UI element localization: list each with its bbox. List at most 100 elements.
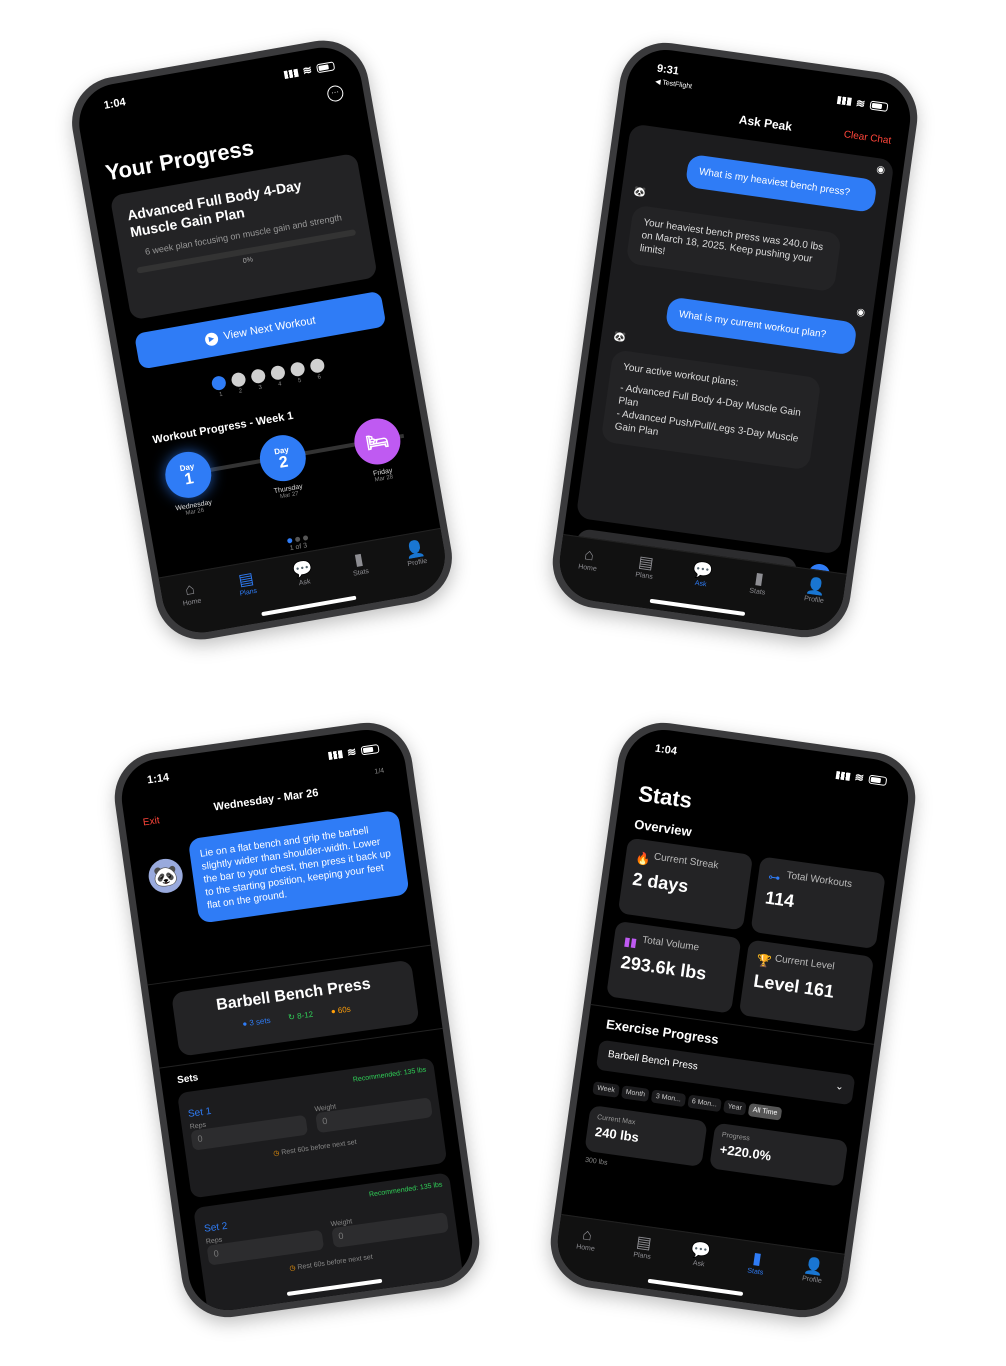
plans-icon: ▤	[637, 553, 655, 573]
range-option[interactable]: 6 Mon...	[686, 1094, 722, 1113]
view-next-workout-label: View Next Workout	[222, 314, 317, 343]
day-2-circle[interactable]: Day 2	[256, 431, 310, 485]
tab-profile[interactable]: 👤 Profile	[790, 576, 837, 634]
coach-instruction: Lie on a flat bench and grip the barbell…	[187, 809, 410, 924]
phone-ask: 9:31 ◀ TestFlight ≋ Ask Peak Clear Chat ◉…	[546, 36, 924, 644]
week-dot[interactable]: 6	[309, 357, 327, 382]
rest-day-circle[interactable]: 🛏	[350, 414, 405, 469]
stat-card-streak: 🔥 Current Streak 2 days	[617, 837, 754, 931]
phone-stats: 1:04 ≋ Stats Overview 🔥 Current Streak 2 d…	[544, 716, 922, 1324]
tab-stats[interactable]: ▮ Stats	[731, 1248, 778, 1306]
stat-card-workouts: ⊶ Total Workouts 114	[750, 856, 886, 950]
bot-avatar-icon: 🐼	[612, 331, 627, 344]
more-icon[interactable]: ···	[326, 84, 345, 103]
tab-home[interactable]: ⌂ Home	[563, 544, 610, 602]
day-2-date: Thursday Mar 27	[258, 481, 319, 504]
day-1-number: 1	[183, 469, 195, 488]
rest-note-text: Rest 60s before next set	[280, 1138, 358, 1157]
home-icon: ⌂	[183, 580, 197, 600]
signal-icon	[327, 749, 343, 760]
user-avatar-icon: ◉	[855, 306, 866, 319]
tab-label: Stats	[352, 567, 370, 578]
progress-card: Progress +220.0%	[709, 1122, 849, 1187]
tab-profile[interactable]: 👤 Profile	[394, 538, 443, 597]
rest-time: 60s	[337, 1004, 352, 1016]
stat-label: Current Level	[774, 953, 836, 973]
range-option[interactable]: Year	[722, 1099, 747, 1116]
week-dot-label: 2	[238, 388, 243, 395]
exercise-select-value: Barbell Bench Press	[607, 1048, 699, 1073]
range-option[interactable]: All Time	[747, 1103, 783, 1121]
signal-icon	[835, 770, 851, 781]
tab-stats[interactable]: ▮ Stats	[733, 568, 780, 626]
day-1-date: Wednesday Mar 26	[164, 497, 225, 520]
chat-panel: ◉ What is my heaviest bench press? 🐼 You…	[575, 123, 895, 555]
week-dot[interactable]: 2	[230, 371, 248, 396]
week-dot[interactable]: 3	[250, 368, 268, 392]
rest-note-text: Rest 60s before next set	[297, 1253, 374, 1272]
stat-card-level: 🏆 Current Level Level 161	[738, 939, 875, 1033]
stat-label: Current Streak	[653, 851, 720, 872]
wifi-icon: ≋	[301, 64, 313, 78]
sets-icon: ●	[241, 1019, 248, 1029]
week-dot-marker	[269, 364, 287, 381]
exercise-counter: 1/4	[374, 767, 385, 776]
week-dot[interactable]: 4	[269, 364, 288, 389]
range-option[interactable]: 3 Mon...	[650, 1089, 686, 1108]
battery-icon	[360, 743, 380, 756]
sets-count: 3 sets	[248, 1015, 272, 1028]
tab-plans[interactable]: ▤ Plans	[225, 568, 274, 627]
tab-label: Profile	[803, 595, 825, 605]
week-dot-label: 3	[258, 384, 263, 392]
bot-message: Your heaviest bench press was 240.0 lbs …	[625, 204, 842, 293]
ask-icon: 💬	[291, 559, 314, 581]
day-2-number: 2	[277, 452, 290, 472]
tab-label: Stats	[746, 1267, 764, 1277]
tab-profile[interactable]: 👤 Profile	[788, 1256, 835, 1314]
home-icon: ⌂	[581, 1226, 594, 1245]
reps-icon: ↻	[287, 1012, 296, 1023]
phone-progress: 1:04 ≋ ··· Your Progress Advanced Full B…	[64, 33, 460, 647]
bars-icon: ▮▮	[622, 934, 638, 950]
wifi-icon: ≋	[346, 746, 358, 760]
tab-label: Ask	[694, 579, 707, 589]
tab-label: Stats	[748, 587, 766, 597]
bot-message: Your active workout plans: - Advanced Fu…	[600, 349, 822, 471]
workout-screen: 1:14 ≋ Exit Wednesday - Mar 26 1/4 🐼 Lie…	[116, 724, 478, 1316]
week-dot-marker	[309, 357, 326, 374]
week-dot-marker	[289, 361, 306, 378]
range-option[interactable]: Month	[620, 1085, 650, 1102]
testflight-back[interactable]: ◀ TestFlight	[655, 78, 693, 90]
battery-icon	[868, 774, 888, 787]
week-dot[interactable]: 5	[289, 361, 308, 385]
timer-icon: ◷	[272, 1149, 280, 1158]
week-dot-label: 5	[297, 377, 302, 385]
week-dot-marker	[210, 375, 227, 392]
battery-icon	[869, 100, 889, 112]
stat-label: Total Workouts	[785, 870, 853, 891]
day-1-circle[interactable]: Day 1	[161, 448, 215, 502]
range-option[interactable]: Week	[592, 1081, 620, 1098]
tab-label: Home	[577, 563, 598, 573]
week-dot-label: 4	[277, 381, 283, 388]
bed-icon: 🛏	[364, 429, 391, 453]
week-dot-label: 6	[317, 374, 322, 381]
reps-range: 8-12	[296, 1009, 314, 1021]
week-dot[interactable]: 1	[210, 375, 229, 399]
tab-label: Ask	[298, 578, 312, 588]
tab-label: Ask	[692, 1259, 705, 1269]
bot-avatar-icon: 🐼	[632, 186, 647, 200]
tab-home[interactable]: ⌂ Home	[169, 578, 218, 637]
dumbbell-icon: ⊶	[767, 869, 782, 886]
stat-card-volume: ▮▮ Total Volume 293.6k lbs	[606, 920, 742, 1014]
user-message: What is my heaviest bench press?	[684, 153, 878, 213]
tab-label: Plans	[634, 571, 654, 581]
status-bar: 1:04 ≋	[654, 743, 888, 788]
status-time: 1:14	[146, 771, 170, 787]
tab-home[interactable]: ⌂ Home	[561, 1224, 608, 1282]
status-bar: 1:14 ≋	[146, 742, 380, 787]
battery-icon	[315, 61, 336, 74]
stat-value: Level 161	[752, 970, 836, 1002]
coach-avatar-icon: 🐼	[146, 856, 185, 896]
plan-progress-fill	[136, 267, 138, 274]
